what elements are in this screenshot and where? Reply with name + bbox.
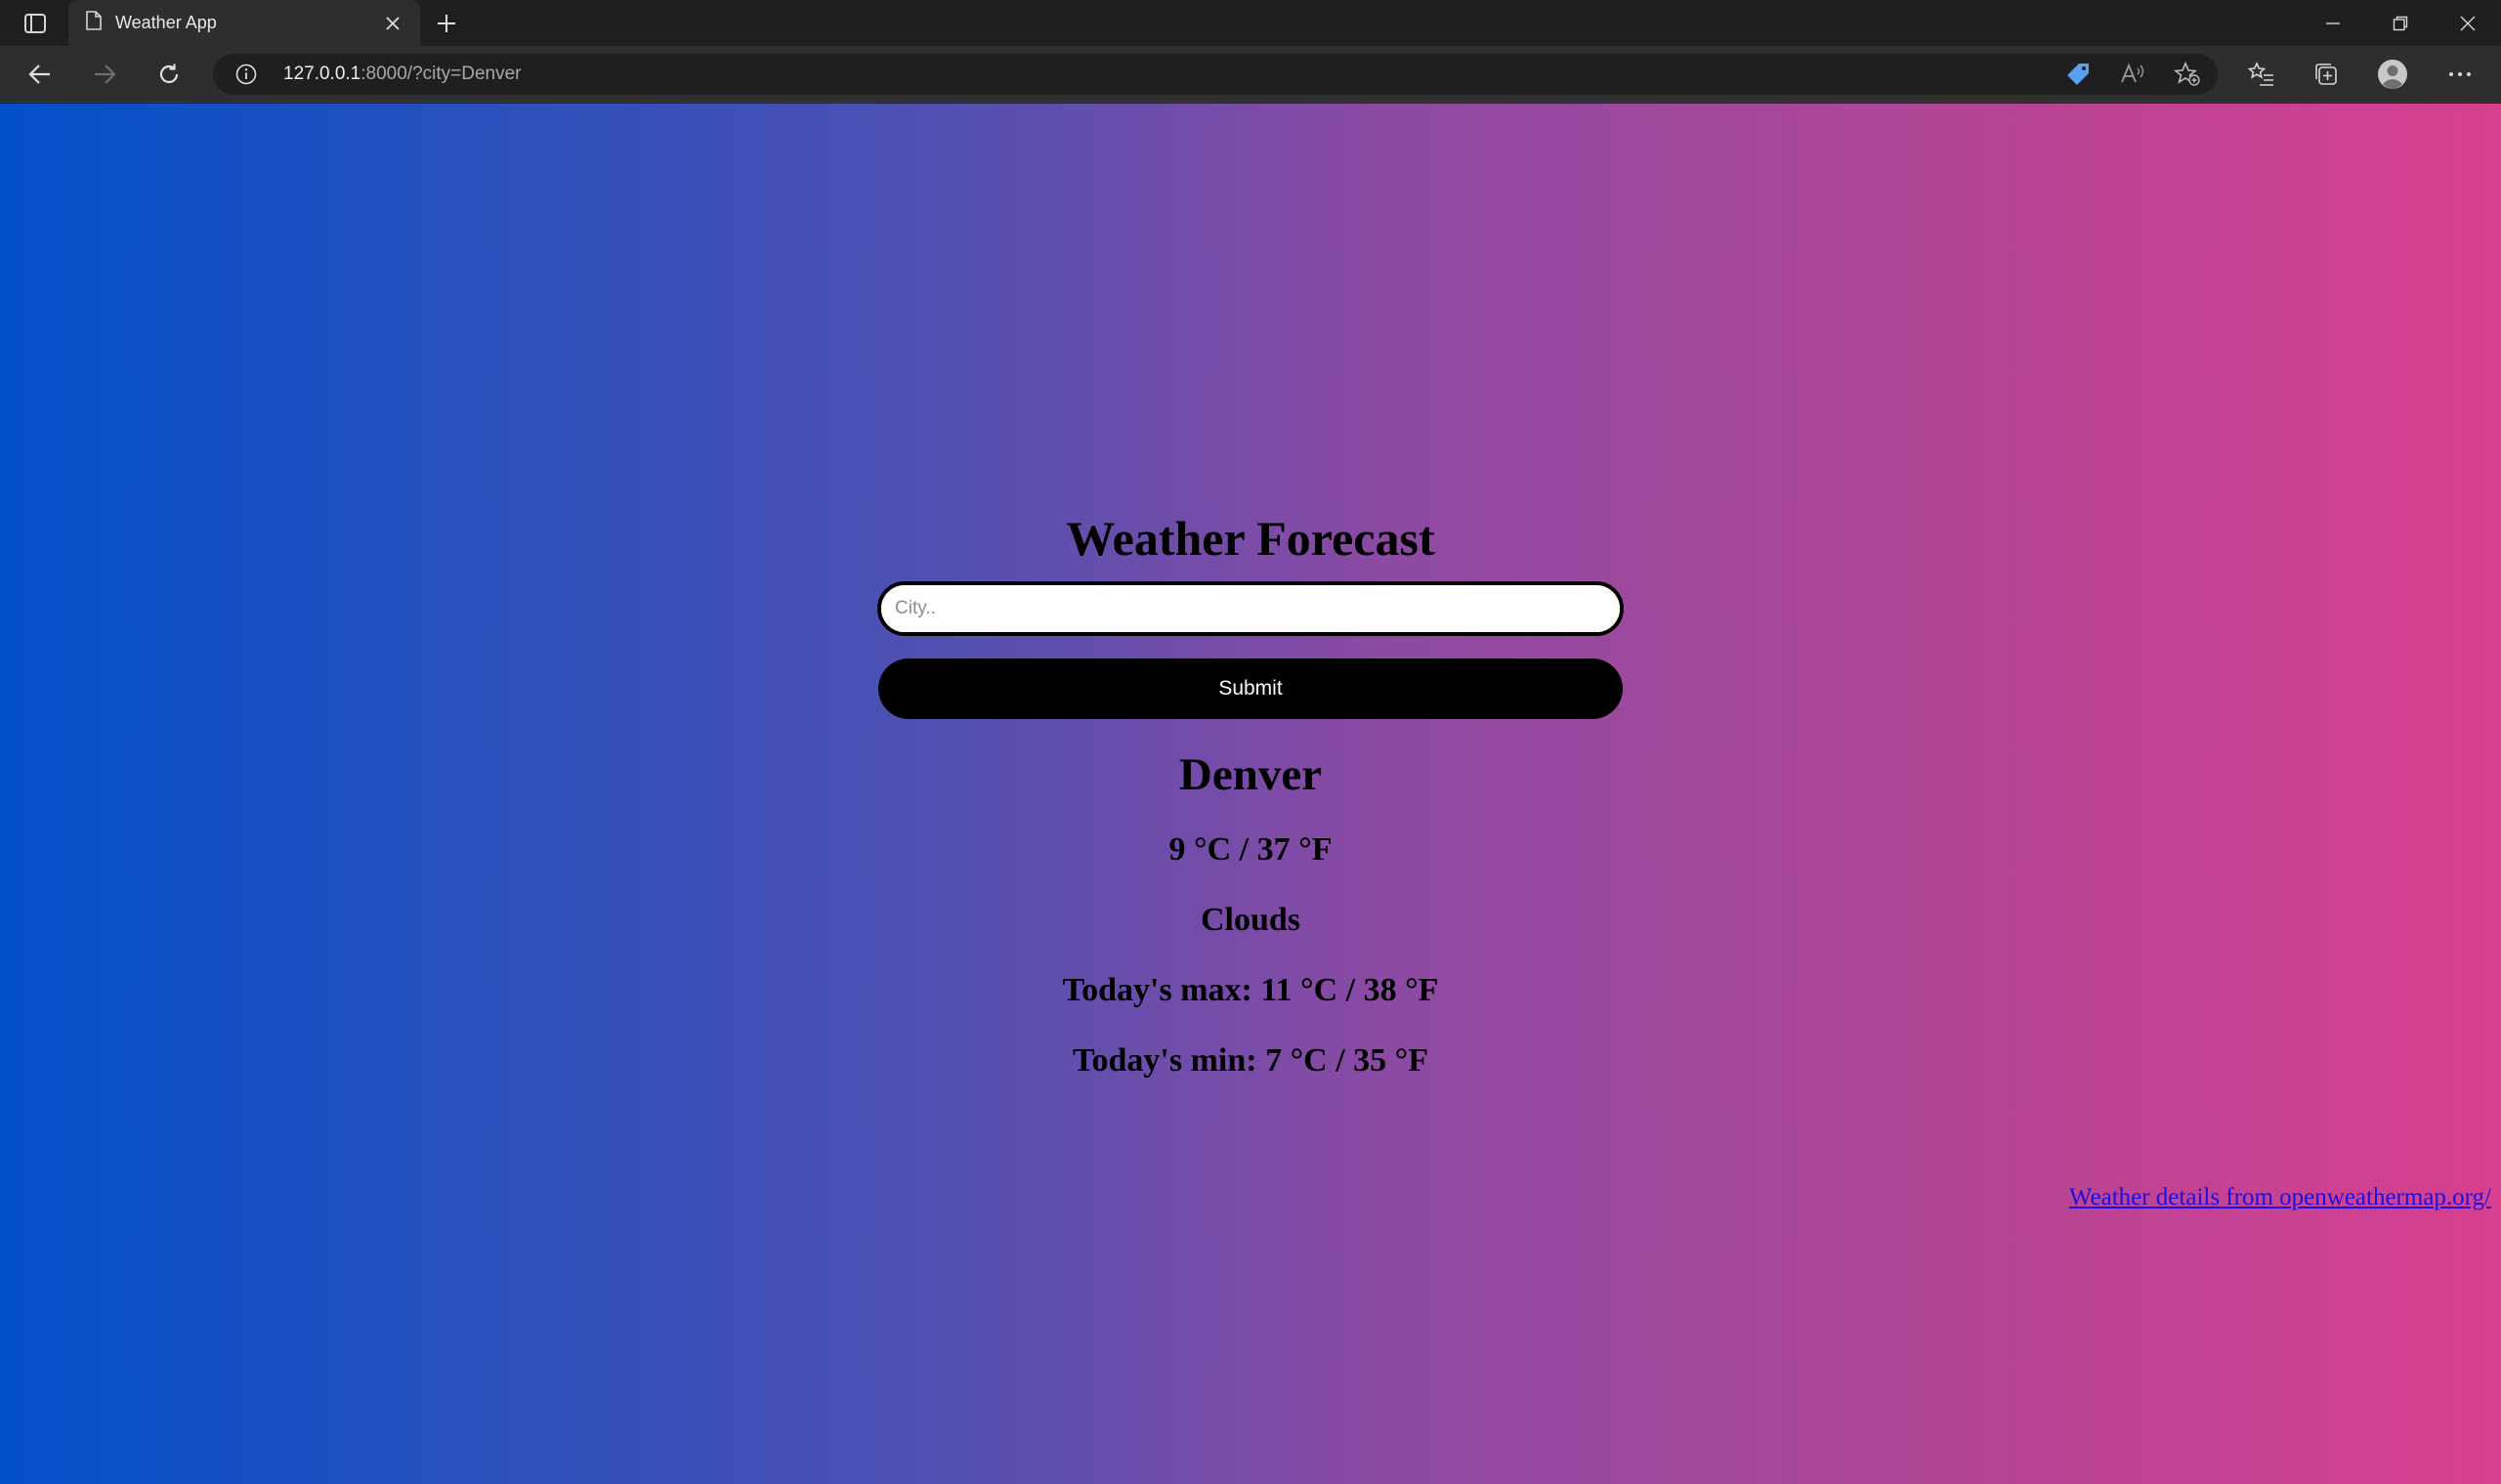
weather-form-container: Weather Forecast Submit Denver 9 °C / 37…	[877, 506, 1624, 1081]
city-name: Denver	[1178, 749, 1323, 800]
add-favorite-icon[interactable]	[2173, 61, 2202, 88]
openweathermap-credit-link[interactable]: Weather details from openweathermap.org/	[2069, 1184, 2491, 1211]
browser-tab-bar: Weather App	[0, 0, 2501, 46]
collections-icon[interactable]	[2305, 55, 2348, 94]
favorites-icon[interactable]	[2240, 55, 2283, 94]
address-bar[interactable]: 127.0.0.1:8000/?city=Denver	[213, 54, 2218, 95]
restore-icon[interactable]	[2366, 0, 2434, 46]
url-host: 127.0.0.1	[283, 64, 361, 84]
forward-icon[interactable]	[84, 55, 125, 94]
page-icon	[86, 11, 102, 35]
weather-condition: Clouds	[1200, 902, 1301, 938]
current-temperature: 9 °C / 37 °F	[1168, 831, 1333, 868]
browser-toolbar: 127.0.0.1:8000/?city=Denver	[0, 46, 2501, 103]
close-tab-icon[interactable]	[379, 10, 406, 37]
tab-weather-app[interactable]: Weather App	[68, 0, 420, 46]
shopping-tag-icon[interactable]	[2063, 61, 2093, 88]
page-viewport: Weather Forecast Submit Denver 9 °C / 37…	[0, 104, 2501, 1484]
minimize-icon[interactable]	[2299, 0, 2366, 46]
submit-button[interactable]: Submit	[878, 658, 1623, 719]
tab-title: Weather App	[115, 13, 217, 32]
read-aloud-icon[interactable]	[2118, 61, 2147, 88]
city-search-input[interactable]	[877, 581, 1624, 636]
url-text[interactable]: 127.0.0.1:8000/?city=Denver	[283, 54, 522, 95]
new-tab-icon[interactable]	[430, 8, 463, 39]
profile-avatar-icon[interactable]	[2371, 55, 2414, 94]
close-window-icon[interactable]	[2434, 0, 2501, 46]
url-path: :8000/?city=Denver	[360, 64, 522, 84]
today-min-temperature: Today's min: 7 °C / 35 °F	[1072, 1042, 1429, 1079]
window-controls	[2299, 0, 2501, 46]
tab-actions-icon[interactable]	[16, 9, 55, 38]
reload-icon[interactable]	[148, 55, 190, 94]
site-info-icon[interactable]	[233, 61, 260, 88]
today-max-temperature: Today's max: 11 °C / 38 °F	[1062, 972, 1439, 1008]
back-icon[interactable]	[20, 55, 61, 94]
page-title: Weather Forecast	[1066, 511, 1435, 566]
more-menu-icon[interactable]	[2438, 55, 2481, 94]
